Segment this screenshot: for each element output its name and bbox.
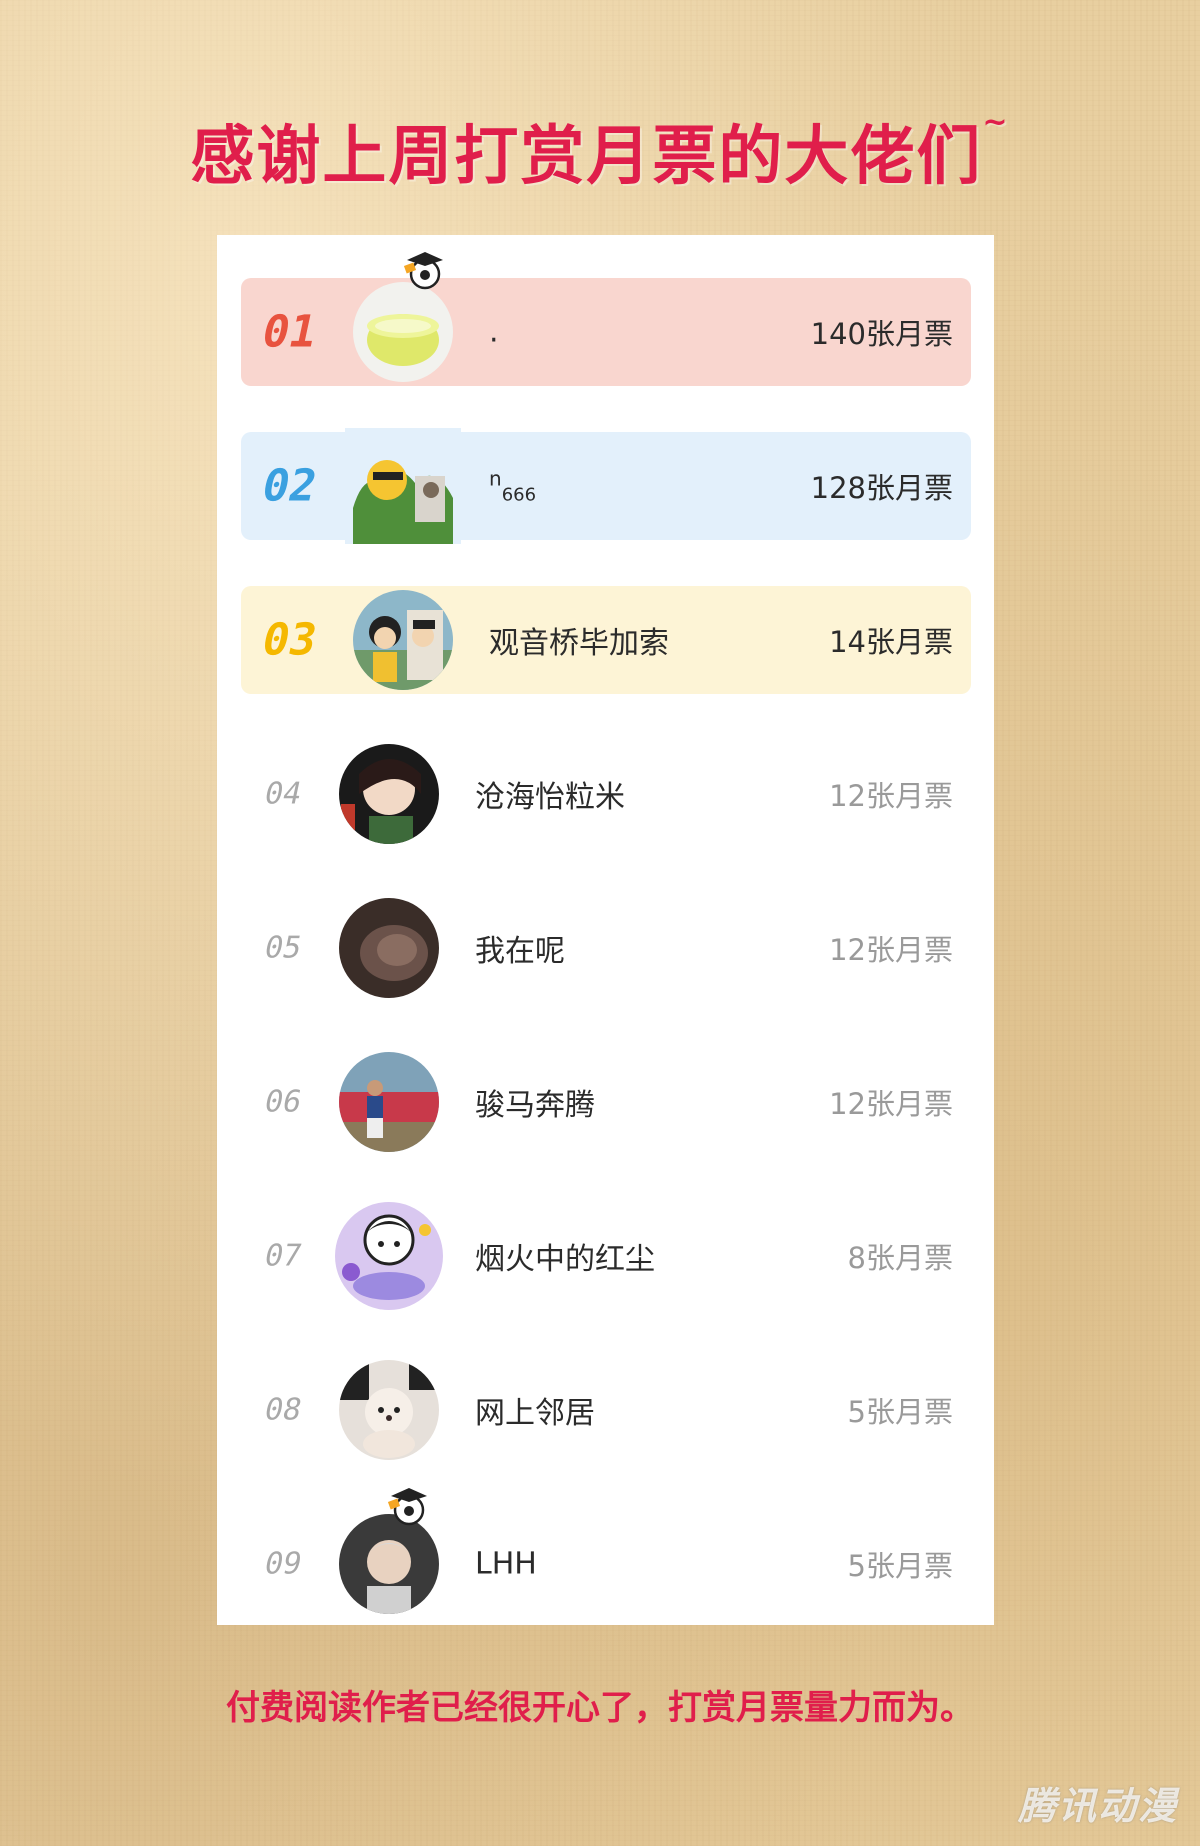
user-name: 烟火中的红尘 bbox=[475, 1242, 655, 1277]
ranking-row-9: 09 LHH 5张月票 bbox=[241, 1488, 971, 1618]
ranking-row-8: 08 网上邻居 5张月票 bbox=[241, 1356, 971, 1464]
avatar bbox=[353, 590, 453, 690]
vote-count: 5张月票 bbox=[847, 1549, 953, 1583]
vote-count: 14张月票 bbox=[829, 625, 953, 659]
title-tilde: ~ bbox=[982, 105, 1010, 140]
avatar bbox=[339, 898, 439, 998]
user-name: 我在呢 bbox=[475, 934, 565, 969]
avatar bbox=[333, 1200, 445, 1312]
avatar bbox=[339, 1360, 439, 1460]
graduation-cap-icon bbox=[403, 252, 443, 290]
vote-count: 12张月票 bbox=[829, 779, 953, 813]
user-name: 骏马奔腾 bbox=[475, 1088, 595, 1123]
rank-number: 05 bbox=[261, 930, 305, 966]
vote-count: 140张月票 bbox=[810, 317, 953, 351]
avatar bbox=[345, 428, 461, 544]
avatar bbox=[339, 1514, 439, 1614]
user-name-main: n bbox=[489, 466, 502, 491]
rank-number: 08 bbox=[261, 1392, 305, 1428]
vote-count: 12张月票 bbox=[829, 1087, 953, 1121]
ranking-card: 01 . 140张月票 02 n666 128张月票 03 观音桥毕加索 14张… bbox=[217, 235, 994, 1625]
watermark-logo: 腾讯动漫 bbox=[1017, 1784, 1178, 1828]
vote-count: 128张月票 bbox=[810, 471, 953, 505]
rank-number: 04 bbox=[261, 776, 305, 812]
user-name-sub: 666 bbox=[501, 484, 537, 506]
avatar bbox=[339, 744, 439, 844]
user-name: LHH bbox=[475, 1546, 537, 1582]
avatar bbox=[353, 282, 453, 382]
user-name: . bbox=[489, 314, 499, 350]
ranking-row-2: 02 n666 128张月票 bbox=[241, 428, 971, 544]
ranking-row-4: 04 沧海怡粒米 12张月票 bbox=[241, 740, 971, 848]
vote-count: 8张月票 bbox=[847, 1241, 953, 1275]
user-name: 网上邻居 bbox=[475, 1396, 595, 1431]
rank-number: 03 bbox=[257, 614, 322, 666]
rank-number: 01 bbox=[257, 306, 322, 358]
rank-number: 09 bbox=[261, 1546, 305, 1582]
ranking-row-7: 07 烟火中的红尘 8张月票 bbox=[241, 1202, 971, 1310]
page-title: 感谢上周打赏月票的大佬们~ bbox=[0, 105, 1200, 197]
avatar bbox=[339, 1052, 439, 1152]
user-name: 沧海怡粒米 bbox=[475, 780, 625, 815]
ranking-row-5: 05 我在呢 12张月票 bbox=[241, 894, 971, 1002]
vote-count: 5张月票 bbox=[847, 1395, 953, 1429]
graduation-cap-icon bbox=[387, 1488, 427, 1526]
footer-note: 付费阅读作者已经很开心了，打赏月票量力而为。 bbox=[226, 1688, 974, 1728]
rank-number: 07 bbox=[261, 1238, 305, 1274]
ranking-row-1: 01 . 140张月票 bbox=[241, 252, 971, 386]
ranking-row-6: 06 骏马奔腾 12张月票 bbox=[241, 1048, 971, 1156]
ranking-row-3: 03 观音桥毕加索 14张月票 bbox=[241, 586, 971, 694]
user-name: n666 bbox=[489, 467, 536, 506]
title-text: 感谢上周打赏月票的大佬们 bbox=[190, 120, 983, 194]
vote-count: 12张月票 bbox=[829, 933, 953, 967]
user-name: 观音桥毕加索 bbox=[489, 626, 669, 661]
rank-number: 06 bbox=[261, 1084, 305, 1120]
rank-number: 02 bbox=[257, 460, 322, 512]
